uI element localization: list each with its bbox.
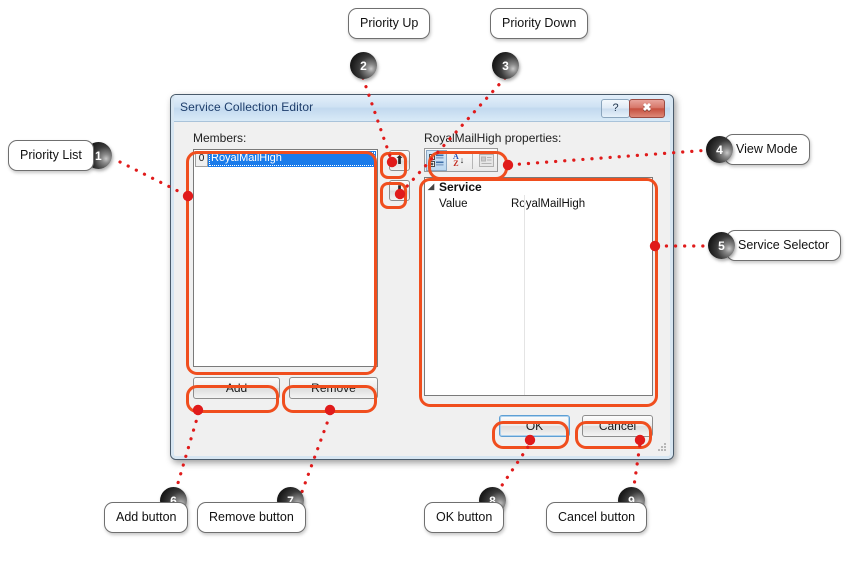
dialog-title-bar[interactable]: Service Collection Editor ? ✖ xyxy=(171,95,673,122)
callout-3-badge: 3 xyxy=(492,52,519,79)
categorized-view-icon[interactable] xyxy=(426,149,448,171)
callout-3: 3 Priority Down xyxy=(490,8,615,80)
callout-9: 9 Cancel button xyxy=(546,487,701,549)
callout-5-label: Service Selector xyxy=(726,230,842,261)
service-collection-editor-dialog: Service Collection Editor ? ✖ Members: R… xyxy=(170,94,674,460)
member-name: RoyalMailHigh xyxy=(208,151,376,167)
category-collapse-icon[interactable]: ◢ xyxy=(428,182,439,192)
property-category-label: Service xyxy=(439,179,482,194)
priority-down-button[interactable]: ⬇ xyxy=(389,180,410,201)
dialog-title: Service Collection Editor xyxy=(180,100,314,114)
property-value[interactable]: RoyalMailHigh xyxy=(511,198,652,210)
members-list[interactable]: 0 RoyalMailHigh xyxy=(193,149,378,367)
alphabetical-sort-icon[interactable]: A Z ↓ xyxy=(448,150,469,171)
property-category-row[interactable]: ◢ Service xyxy=(425,178,652,195)
callout-8-label: OK button xyxy=(424,502,505,533)
property-grid-toolbar: A Z ↓ xyxy=(424,148,498,172)
priority-up-button[interactable]: ⬆ xyxy=(389,150,410,171)
sort-direction-arrow-icon: ↓ xyxy=(459,154,465,165)
callout-5: 5 Service Selector xyxy=(708,230,842,261)
callout-4-label: View Mode xyxy=(724,134,810,165)
callout-9-label: Cancel button xyxy=(546,502,648,533)
callout-4-badge: 4 xyxy=(706,136,733,163)
property-grid[interactable]: ◢ Service Value RoyalMailHigh xyxy=(424,177,653,396)
callout-1-badge: 1 xyxy=(84,142,112,169)
resize-grip[interactable] xyxy=(655,442,667,454)
properties-label: RoyalMailHigh properties: xyxy=(424,131,562,145)
callout-1-label: Priority List xyxy=(8,140,94,171)
sort-letter-z: Z xyxy=(453,159,459,168)
callout-7: 7 Remove button xyxy=(197,487,347,549)
callout-8: 8 OK button xyxy=(424,487,554,549)
toolbar-separator xyxy=(472,151,474,169)
callout-2: 2 Priority Up xyxy=(348,8,458,80)
callout-1: Priority List 1 xyxy=(8,140,112,171)
callout-6: 6 Add button xyxy=(104,487,234,549)
help-button[interactable]: ? xyxy=(601,99,630,118)
callout-4: 4 View Mode xyxy=(706,134,810,165)
callout-7-badge: 7 xyxy=(277,487,304,514)
callout-8-badge: 8 xyxy=(479,487,506,514)
list-item[interactable]: 0 RoyalMailHigh xyxy=(195,151,376,167)
callout-2-badge: 2 xyxy=(350,52,377,79)
members-label: Members: xyxy=(193,131,247,145)
dialog-body: Members: RoyalMailHigh properties: 0 Roy… xyxy=(174,122,670,456)
ok-button[interactable]: OK xyxy=(499,415,570,437)
member-index: 0 xyxy=(195,151,208,167)
callout-7-label: Remove button xyxy=(197,502,306,533)
cancel-button[interactable]: Cancel xyxy=(582,415,653,437)
property-grid-divider xyxy=(524,195,525,395)
property-name: Value xyxy=(439,197,468,210)
remove-button[interactable]: Remove xyxy=(289,377,378,399)
callout-3-label: Priority Down xyxy=(490,8,589,39)
close-button[interactable]: ✖ xyxy=(629,99,665,118)
add-button[interactable]: Add xyxy=(193,377,280,399)
callout-9-badge: 9 xyxy=(618,487,645,514)
callout-6-badge: 6 xyxy=(160,487,187,514)
property-pages-icon[interactable] xyxy=(476,150,497,171)
callout-6-label: Add button xyxy=(104,502,189,533)
property-row[interactable]: Value RoyalMailHigh xyxy=(425,195,652,212)
callout-5-badge: 5 xyxy=(708,232,735,259)
callout-2-label: Priority Up xyxy=(348,8,431,39)
